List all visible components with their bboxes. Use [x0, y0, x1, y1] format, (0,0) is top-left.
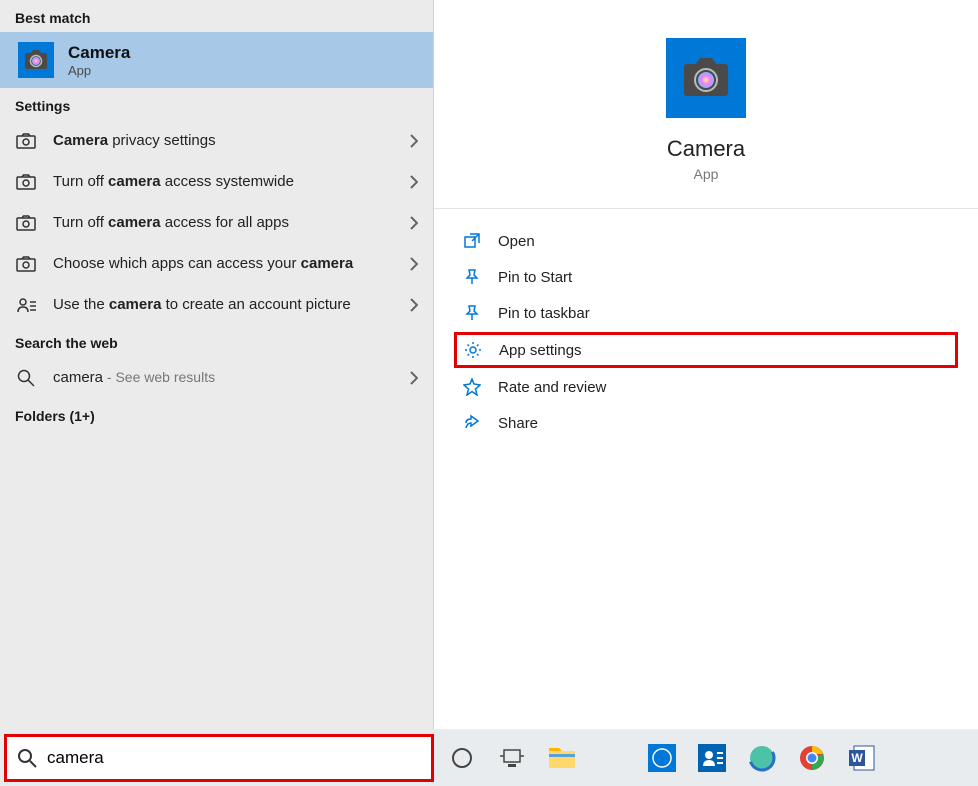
action-label: App settings — [499, 342, 582, 359]
search-box[interactable] — [4, 734, 434, 782]
settings-item-account-picture[interactable]: Use the camera to create an account pict… — [0, 284, 433, 325]
camera-app-tile-icon — [18, 42, 54, 78]
task-view-button[interactable] — [490, 736, 534, 780]
chevron-right-icon — [410, 216, 418, 230]
chrome-button[interactable] — [790, 736, 834, 780]
pin-icon — [462, 268, 482, 286]
gear-icon — [463, 341, 483, 359]
contacts-button[interactable] — [690, 736, 734, 780]
action-share[interactable]: Share — [434, 405, 978, 441]
edge-button[interactable] — [740, 736, 784, 780]
search-input[interactable] — [47, 748, 421, 768]
action-open[interactable]: Open — [434, 223, 978, 259]
camera-icon — [15, 215, 37, 231]
settings-item-choose-apps[interactable]: Choose which apps can access your camera — [0, 243, 433, 284]
row-text: Turn off camera access for all apps — [53, 212, 394, 233]
row-text: Choose which apps can access your camera — [53, 253, 394, 274]
search-results-panel: Best match Camera App Settings Camera pr… — [0, 0, 434, 729]
settings-item-privacy[interactable]: Camera privacy settings — [0, 120, 433, 161]
camera-icon — [15, 133, 37, 149]
web-search-item[interactable]: camera - See web results — [0, 357, 433, 398]
preview-panel: Camera App Open Pin to Start Pin to task… — [434, 0, 978, 729]
action-app-settings[interactable]: App settings — [454, 332, 958, 368]
action-label: Rate and review — [498, 379, 606, 396]
chevron-right-icon — [410, 134, 418, 148]
share-icon — [462, 414, 482, 432]
action-label: Pin to taskbar — [498, 305, 590, 322]
camera-app-large-icon — [666, 38, 746, 118]
file-explorer-button[interactable] — [540, 736, 584, 780]
best-match-item[interactable]: Camera App — [0, 32, 433, 88]
action-label: Pin to Start — [498, 269, 572, 286]
search-icon — [17, 748, 37, 768]
cortana-button[interactable] — [440, 736, 484, 780]
camera-icon — [15, 174, 37, 190]
action-pin-taskbar[interactable]: Pin to taskbar — [434, 295, 978, 331]
actions-list: Open Pin to Start Pin to taskbar App set… — [434, 209, 978, 455]
row-text: Turn off camera access systemwide — [53, 171, 394, 192]
chevron-right-icon — [410, 298, 418, 312]
dell-app-button[interactable] — [640, 736, 684, 780]
taskbar: W — [0, 729, 978, 786]
chevron-right-icon — [410, 257, 418, 271]
people-icon — [15, 297, 37, 313]
action-label: Open — [498, 233, 535, 250]
action-label: Share — [498, 415, 538, 432]
svg-text:W: W — [851, 751, 863, 765]
row-text: Camera privacy settings — [53, 130, 394, 151]
settings-item-all-apps[interactable]: Turn off camera access for all apps — [0, 202, 433, 243]
section-search-web: Search the web — [0, 325, 433, 357]
best-match-title: Camera — [68, 43, 130, 63]
action-pin-start[interactable]: Pin to Start — [434, 259, 978, 295]
mail-button[interactable] — [590, 736, 634, 780]
settings-item-systemwide[interactable]: Turn off camera access systemwide — [0, 161, 433, 202]
camera-icon — [15, 256, 37, 272]
app-type: App — [454, 166, 958, 182]
app-hero: Camera App — [434, 0, 978, 209]
row-text: Use the camera to create an account pict… — [53, 294, 394, 315]
open-icon — [462, 232, 482, 250]
section-best-match: Best match — [0, 0, 433, 32]
action-rate-review[interactable]: Rate and review — [434, 369, 978, 405]
star-icon — [462, 378, 482, 396]
section-settings: Settings — [0, 88, 433, 120]
pin-icon — [462, 304, 482, 322]
section-folders: Folders (1+) — [0, 398, 433, 430]
app-name: Camera — [454, 136, 958, 162]
row-text: camera - See web results — [53, 367, 394, 388]
best-match-subtitle: App — [68, 63, 130, 78]
chevron-right-icon — [410, 371, 418, 385]
chevron-right-icon — [410, 175, 418, 189]
word-button[interactable]: W — [840, 736, 884, 780]
search-icon — [15, 369, 37, 387]
